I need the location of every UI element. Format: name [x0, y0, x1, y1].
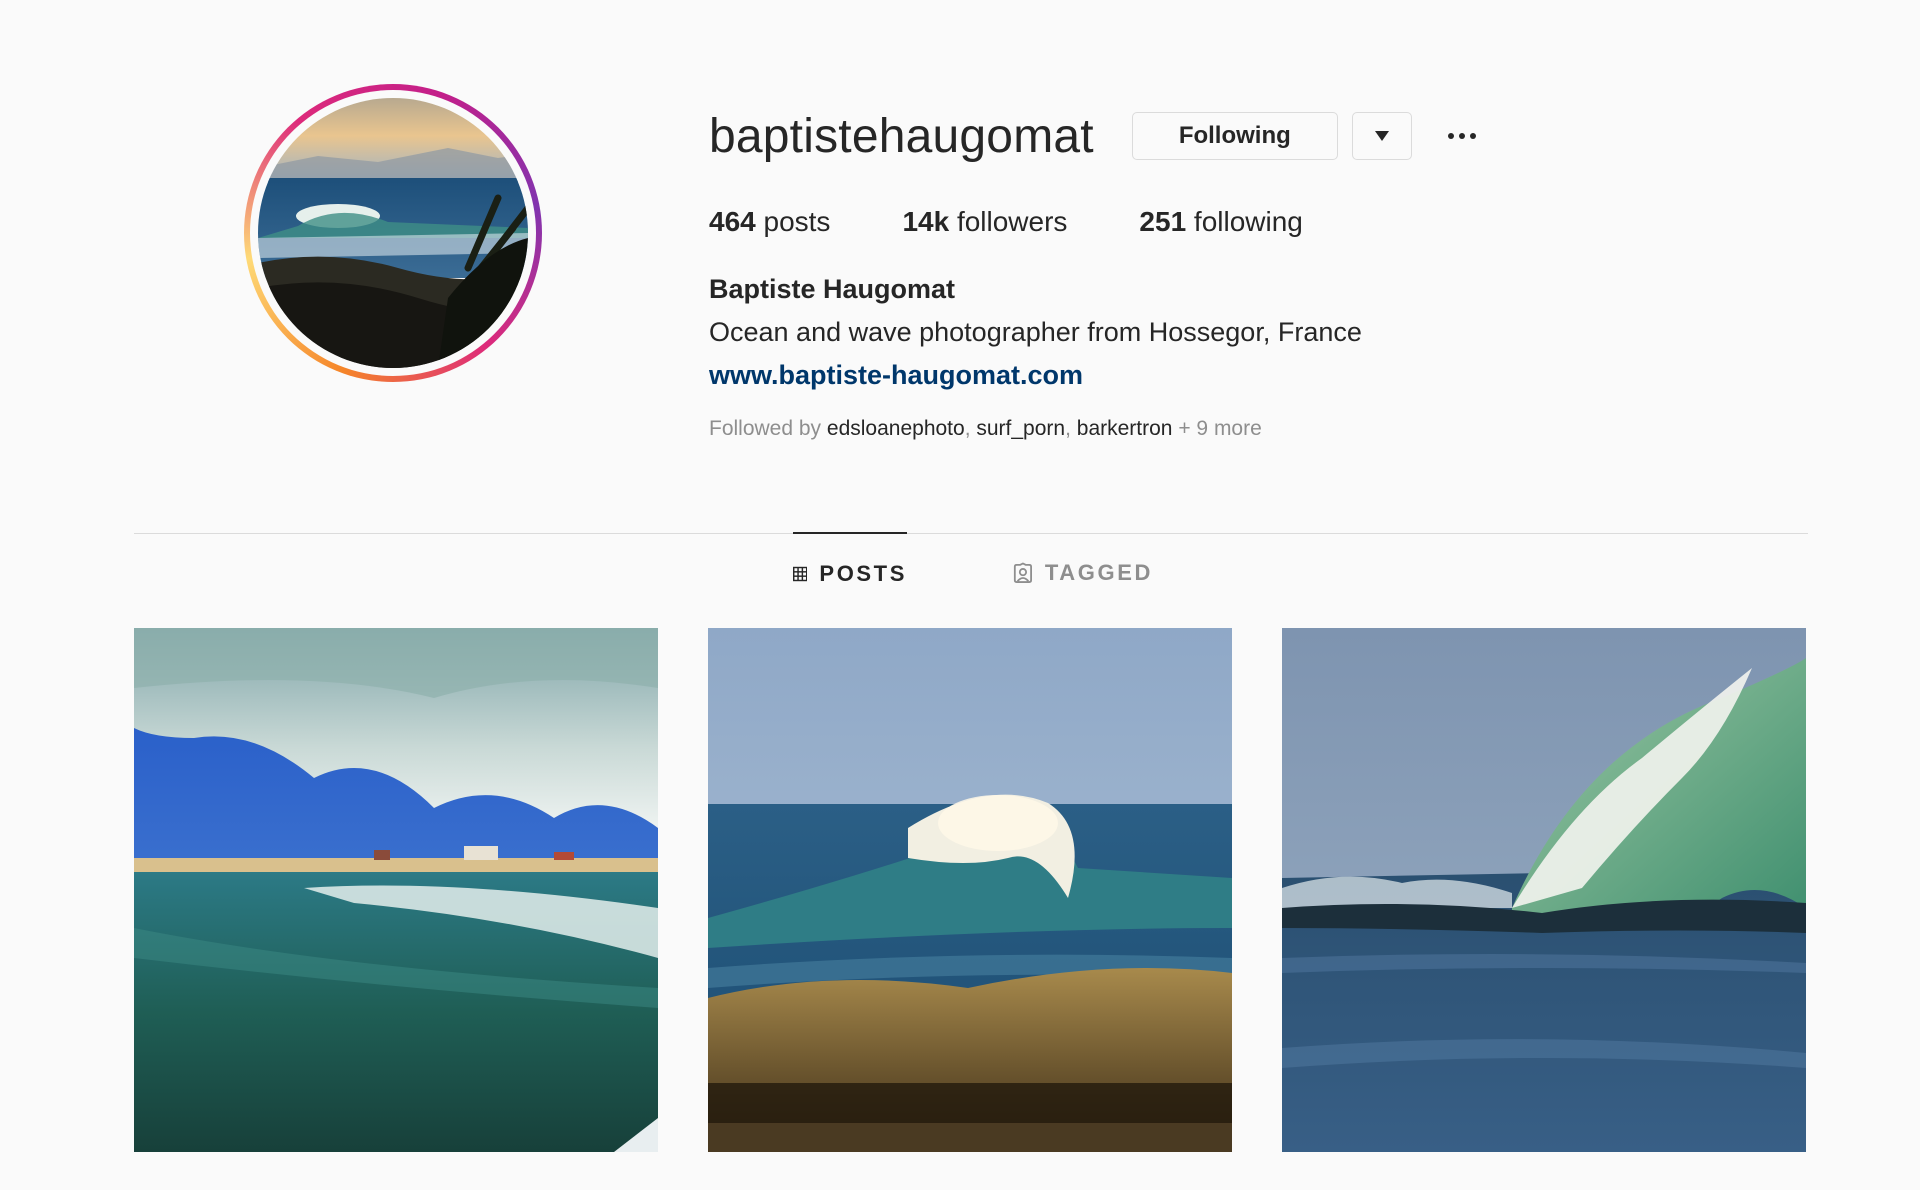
- tab-tagged[interactable]: TAGGED: [1013, 533, 1153, 613]
- posts-count-value: 464: [709, 206, 756, 237]
- profile-stats: 464 posts 14k followers 251 following: [709, 206, 1759, 238]
- following-button[interactable]: Following: [1131, 112, 1338, 160]
- followed-by-account[interactable]: edsloanephoto: [827, 417, 965, 440]
- full-name: Baptiste Haugomat: [709, 274, 956, 304]
- post-thumbnail[interactable]: [1282, 628, 1806, 1152]
- post-image: [708, 628, 1232, 1152]
- dot: [1447, 133, 1454, 139]
- username: baptistehaugomat: [709, 109, 1094, 163]
- tab-posts[interactable]: POSTS: [793, 532, 907, 614]
- followers-link[interactable]: 14k followers: [902, 206, 1067, 238]
- dot: [1458, 133, 1465, 139]
- post-image: [1282, 628, 1806, 1152]
- following-count-value: 251: [1139, 206, 1187, 237]
- website-link[interactable]: www.baptiste-haugomat.com: [709, 360, 1083, 391]
- following-count-label: following: [1193, 206, 1303, 237]
- following-link[interactable]: 251 following: [1139, 206, 1302, 238]
- grid-icon: [793, 566, 808, 582]
- tab-tagged-label: TAGGED: [1044, 560, 1153, 585]
- followed-by-more: + 9 more: [1178, 417, 1262, 440]
- avatar-frame: [250, 90, 536, 376]
- tab-posts-label: POSTS: [819, 561, 907, 586]
- profile-info: baptistehaugomat Following 464 posts 14k…: [709, 100, 1759, 441]
- avatar[interactable]: [258, 98, 528, 368]
- bio: Ocean and wave photographer from Hossego…: [709, 317, 1362, 347]
- followers-count-value: 14k: [902, 206, 950, 237]
- followed-by-prefix: Followed by: [709, 417, 822, 440]
- dot: [1469, 133, 1476, 139]
- post-image: [134, 628, 658, 1152]
- suggested-dropdown-button[interactable]: [1351, 112, 1412, 160]
- posts-count: 464 posts: [709, 206, 830, 238]
- followed-by-account[interactable]: surf_porn: [976, 417, 1065, 440]
- posts-count-label: posts: [763, 206, 831, 237]
- post-thumbnail[interactable]: [134, 628, 658, 1152]
- profile-tabs: POSTS TAGGED: [134, 532, 1808, 614]
- tagged-user-icon: [1013, 562, 1033, 583]
- followed-by[interactable]: Followed by edsloanephoto, surf_porn, ba…: [709, 417, 1759, 441]
- more-options-icon[interactable]: [1442, 123, 1482, 149]
- posts-grid: [134, 628, 1808, 1152]
- caret-down-icon: [1374, 131, 1389, 141]
- followed-by-account[interactable]: barkertron: [1077, 417, 1173, 440]
- story-ring[interactable]: [244, 84, 542, 382]
- post-thumbnail[interactable]: [708, 628, 1232, 1152]
- profile-page: baptistehaugomat Following 464 posts 14k…: [0, 0, 1920, 1190]
- followers-count-label: followers: [956, 206, 1068, 237]
- profile-title-row: baptistehaugomat Following: [709, 100, 1759, 172]
